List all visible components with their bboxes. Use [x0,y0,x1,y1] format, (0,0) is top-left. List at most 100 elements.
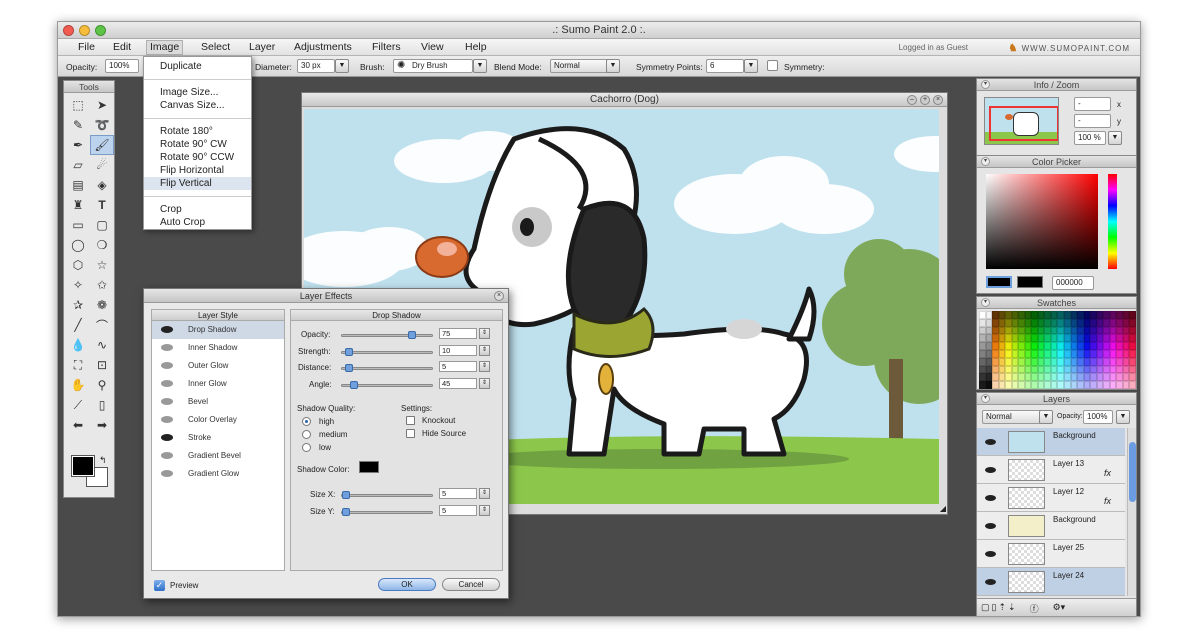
style-inner-glow[interactable]: Inner Glow [152,375,284,393]
maximize-doc-icon[interactable]: + [920,95,930,105]
bg-color-chip[interactable] [1017,276,1043,288]
burst-tool-icon[interactable]: ✧ [66,275,90,295]
color-swatch[interactable] [1129,381,1136,389]
layers-scroll-thumb[interactable] [1129,442,1136,502]
quality-low-radio[interactable] [302,443,311,452]
color-swatch[interactable] [1129,311,1136,319]
menu-item-rotate-90-cw[interactable]: Rotate 90° CW [144,138,251,151]
eye-icon[interactable] [985,579,996,585]
eye-icon[interactable] [985,439,996,445]
line-tool-icon[interactable]: ╱ [66,315,90,335]
size-y-value[interactable]: 5 [439,505,477,516]
menu-item-flip-horizontal[interactable]: Flip Horizontal [144,164,251,177]
layer-row[interactable]: Layer 13 fx [977,456,1125,484]
style-stroke[interactable]: Stroke [152,429,284,447]
minimize-window-button[interactable] [79,25,90,36]
style-drop-shadow[interactable]: Drop Shadow [152,321,284,339]
menu-item-auto-crop[interactable]: Auto Crop [144,216,251,229]
minimize-doc-icon[interactable]: – [907,95,917,105]
brush-select[interactable]: ✺ Dry Brush [393,59,473,73]
size-x-value[interactable]: 5 [439,488,477,499]
menu-layer[interactable]: Layer [246,41,278,54]
opacity-value[interactable]: 75 [439,328,477,339]
eye-icon[interactable] [161,470,173,477]
color-swatch[interactable] [1129,318,1136,327]
eye-icon[interactable] [985,551,996,557]
color-field[interactable] [986,174,1098,269]
angle-value[interactable]: 45 [439,378,477,389]
menu-filters[interactable]: Filters [369,41,404,54]
eye-icon[interactable] [985,467,996,473]
eye-icon[interactable] [161,398,173,405]
color-swatch[interactable] [1129,350,1136,358]
menu-edit[interactable]: Edit [110,41,134,54]
menu-item-image-size[interactable]: Image Size... [144,86,251,99]
menu-adjustments[interactable]: Adjustments [291,41,355,54]
eraser-tool-icon[interactable]: ▱ [66,155,90,175]
color-swatch[interactable] [1129,334,1136,343]
close-window-button[interactable] [63,25,74,36]
speech-bubble-tool-icon[interactable]: ❍ [90,235,114,255]
menu-item-crop[interactable]: Crop [144,203,251,216]
layer-blend-dropdown[interactable]: ▼ [1039,410,1053,424]
starburst-tool-icon[interactable]: ✩ [90,275,114,295]
pencil-tool-icon[interactable]: ✎ [66,115,90,135]
swap-colors-icon[interactable]: ↰ [99,455,107,466]
opacity-slider[interactable] [341,331,433,339]
ellipse-tool-icon[interactable]: ◯ [66,235,90,255]
color-swatch[interactable] [1129,326,1136,335]
fg-color-chip[interactable] [986,276,1012,288]
rounded-rect-tool-icon[interactable]: ▢ [90,215,114,235]
fx-icon[interactable]: fx [1104,496,1111,506]
collapse-icon[interactable]: ▾ [981,80,990,89]
style-gradient-bevel[interactable]: Gradient Bevel [152,447,284,465]
shape-tool-icon[interactable]: ✰ [66,295,90,315]
new-layer-icon[interactable]: ▢ [981,602,990,613]
close-dialog-icon[interactable]: × [494,291,504,301]
style-color-overlay[interactable]: Color Overlay [152,411,284,429]
layer-row[interactable]: Layer 25 [977,540,1125,568]
strength-value[interactable]: 10 [439,345,477,356]
drop-tool-icon[interactable]: 💧 [66,335,90,355]
transform-tool-icon[interactable]: ⊡ [90,355,114,375]
size-y-stepper[interactable]: ⇕ [479,505,490,516]
layer-options-icon[interactable]: ⚙▾ [1053,602,1066,613]
close-doc-icon[interactable]: × [933,95,943,105]
layer-row[interactable]: Background [977,512,1125,540]
strength-stepper[interactable]: ⇕ [479,345,490,356]
size-x-slider-knob[interactable] [342,491,350,499]
hide-source-checkbox[interactable] [406,429,415,438]
strength-slider[interactable] [341,348,433,356]
text-tool-icon[interactable]: T [90,195,114,215]
eye-icon[interactable] [161,344,173,351]
quality-high-radio[interactable] [302,417,311,426]
shadow-color-swatch[interactable] [359,461,379,473]
distance-value[interactable]: 5 [439,361,477,372]
menu-item-canvas-size[interactable]: Canvas Size... [144,99,251,112]
collapse-icon[interactable]: ▾ [981,298,990,307]
menu-item-duplicate[interactable]: Duplicate [144,60,251,73]
navigator-thumbnail[interactable] [984,97,1059,145]
layer-opacity-dropdown[interactable]: ▼ [1116,410,1130,424]
arrow-right-tool-icon[interactable]: ➡ [90,415,114,435]
menu-item-rotate-90-ccw[interactable]: Rotate 90° CCW [144,151,251,164]
opacity-input[interactable]: 100% [105,59,139,73]
symmetry-points-input[interactable]: 6 [706,59,744,73]
eye-icon[interactable] [161,452,173,459]
trash-tool-icon[interactable]: ▯ [90,395,114,415]
bucket-tool-icon[interactable]: ◈ [90,175,114,195]
resize-grip-icon[interactable]: ◢ [940,504,946,513]
angle-slider[interactable] [341,381,433,389]
arrow-left-tool-icon[interactable]: ⬅ [66,415,90,435]
menu-file[interactable]: File [75,41,98,54]
hex-input[interactable]: 000000 [1052,276,1094,290]
star-tool-icon[interactable]: ☆ [90,255,114,275]
gradient-tool-icon[interactable]: ▤ [66,175,90,195]
menu-help[interactable]: Help [462,41,490,54]
style-bevel[interactable]: Bevel [152,393,284,411]
layer-up-icon[interactable]: ⇡ [998,602,1006,613]
menu-item-flip-vertical[interactable]: Flip Vertical [144,177,251,190]
hand-tool-icon[interactable]: ✋ [66,375,90,395]
collapse-icon[interactable]: ▾ [981,394,990,403]
foreground-color-swatch[interactable] [71,455,95,477]
